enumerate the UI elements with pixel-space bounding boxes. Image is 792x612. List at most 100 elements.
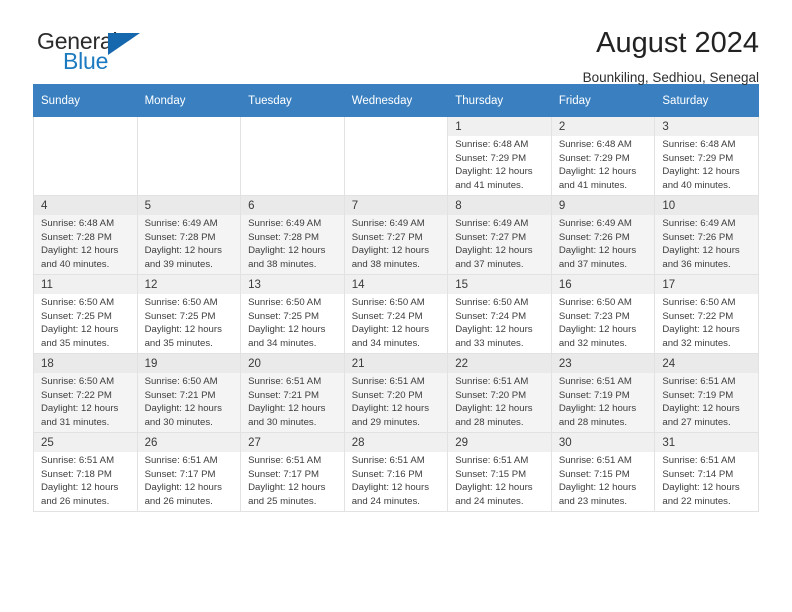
- calendar-day-cell[interactable]: 3 Sunrise: 6:48 AM Sunset: 7:29 PM Daylight…: [654, 116, 759, 196]
- daylight-text: Daylight: 12 hours: [662, 324, 740, 336]
- calendar-day-cell[interactable]: 5 Sunrise: 6:49 AM Sunset: 7:28 PM Daylight…: [136, 195, 242, 275]
- day-number: 12: [137, 275, 241, 295]
- daylight-text: and 26 minutes.: [144, 495, 213, 507]
- sunrise-text: Sunrise: 6:51 AM: [248, 455, 322, 467]
- day-number: 30: [551, 433, 655, 453]
- sunset-text: Sunset: 7:20 PM: [351, 389, 423, 401]
- day-number: 23: [551, 354, 655, 374]
- sunrise-text: Sunrise: 6:50 AM: [41, 297, 115, 309]
- sunrise-text: Sunrise: 6:48 AM: [41, 218, 115, 230]
- calendar-day-cell[interactable]: 29 Sunrise: 6:51 AM Sunset: 7:15 PM Dayligh…: [447, 432, 552, 512]
- calendar-day-cell[interactable]: 18 Sunrise: 6:50 AM Sunset: 7:22 PM Dayligh…: [33, 353, 138, 433]
- calendar-day-cell[interactable]: 17 Sunrise: 6:50 AM Sunset: 7:22 PM Dayligh…: [654, 274, 759, 354]
- page-header: General Blue August 2024 Bounkiling, Sed…: [33, 0, 759, 86]
- day-detail: Sunrise: 6:51 AM Sunset: 7:14 PM Daylight:…: [655, 452, 758, 508]
- calendar-day-cell[interactable]: 26 Sunrise: 6:51 AM Sunset: 7:17 PM Dayligh…: [136, 432, 242, 512]
- daylight-text: Daylight: 12 hours: [662, 245, 740, 257]
- daylight-text: Daylight: 12 hours: [351, 324, 430, 336]
- sunset-text: Sunset: 7:15 PM: [558, 468, 630, 480]
- daylight-text: Daylight: 12 hours: [455, 245, 533, 257]
- calendar-day-cell[interactable]: 25 Sunrise: 6:51 AM Sunset: 7:18 PM Dayligh…: [33, 432, 138, 512]
- day-detail: [138, 136, 241, 138]
- calendar-day-cell[interactable]: 1 Sunrise: 6:48 AM Sunset: 7:29 PM Daylight…: [447, 116, 552, 196]
- calendar-day-cell[interactable]: 9 Sunrise: 6:49 AM Sunset: 7:26 PM Daylight…: [550, 195, 656, 275]
- daylight-text: and 28 minutes.: [455, 416, 524, 428]
- day-number: 20: [241, 354, 344, 374]
- daylight-text: and 25 minutes.: [248, 495, 317, 507]
- day-number: 8: [448, 196, 551, 216]
- calendar-day-cell[interactable]: 27 Sunrise: 6:51 AM Sunset: 7:17 PM Dayligh…: [240, 432, 345, 512]
- weekday-header-friday: Friday: [550, 84, 656, 117]
- day-number: 3: [655, 117, 758, 137]
- sunset-text: Sunset: 7:26 PM: [662, 231, 734, 243]
- sunset-text: Sunset: 7:22 PM: [41, 389, 112, 401]
- daylight-text: Daylight: 12 hours: [558, 166, 637, 178]
- calendar-day-cell[interactable]: 14 Sunrise: 6:50 AM Sunset: 7:24 PM Dayligh…: [343, 274, 449, 354]
- sunset-text: Sunset: 7:23 PM: [558, 310, 630, 322]
- day-detail: Sunrise: 6:51 AM Sunset: 7:17 PM Daylight:…: [138, 452, 241, 508]
- general-blue-logo[interactable]: General Blue: [33, 28, 145, 78]
- calendar-day-cell[interactable]: 15 Sunrise: 6:50 AM Sunset: 7:24 PM Dayligh…: [447, 274, 552, 354]
- sunrise-text: Sunrise: 6:51 AM: [351, 455, 425, 467]
- calendar-day-cell[interactable]: 31 Sunrise: 6:51 AM Sunset: 7:14 PM Dayligh…: [654, 432, 759, 512]
- calendar-week-row: 18 Sunrise: 6:50 AM Sunset: 7:22 PM Dayligh…: [33, 353, 759, 433]
- calendar-day-cell[interactable]: 24 Sunrise: 6:51 AM Sunset: 7:19 PM Dayligh…: [654, 353, 759, 433]
- daylight-text: and 22 minutes.: [662, 495, 731, 507]
- calendar-day-cell[interactable]: 12 Sunrise: 6:50 AM Sunset: 7:25 PM Dayligh…: [136, 274, 242, 354]
- calendar-day-cell[interactable]: 23 Sunrise: 6:51 AM Sunset: 7:19 PM Dayligh…: [550, 353, 656, 433]
- calendar-day-cell[interactable]: 22 Sunrise: 6:51 AM Sunset: 7:20 PM Dayligh…: [447, 353, 552, 433]
- day-number: 14: [344, 275, 448, 295]
- daylight-text: Daylight: 12 hours: [455, 482, 533, 494]
- page-title: August 2024: [596, 27, 759, 59]
- calendar-day-cell[interactable]: 13 Sunrise: 6:50 AM Sunset: 7:25 PM Dayligh…: [240, 274, 345, 354]
- daylight-text: and 26 minutes.: [41, 495, 110, 507]
- calendar-day-cell[interactable]: 7 Sunrise: 6:49 AM Sunset: 7:27 PM Daylight…: [343, 195, 449, 275]
- sunset-text: Sunset: 7:29 PM: [558, 152, 630, 164]
- day-detail: Sunrise: 6:51 AM Sunset: 7:19 PM Daylight:…: [655, 373, 758, 429]
- sunset-text: Sunset: 7:15 PM: [455, 468, 527, 480]
- day-number: 2: [551, 117, 655, 137]
- sunrise-text: Sunrise: 6:48 AM: [662, 139, 736, 151]
- day-detail: Sunrise: 6:49 AM Sunset: 7:28 PM Daylight:…: [138, 215, 241, 271]
- weekday-header-saturday: Saturday: [654, 84, 759, 117]
- calendar-day-cell[interactable]: 16 Sunrise: 6:50 AM Sunset: 7:23 PM Dayligh…: [550, 274, 656, 354]
- calendar-day-cell[interactable]: 20 Sunrise: 6:51 AM Sunset: 7:21 PM Dayligh…: [240, 353, 345, 433]
- day-number: 28: [344, 433, 448, 453]
- sunrise-sunset-calendar: Sunday Monday Tuesday Wednesday Thursday…: [33, 84, 759, 512]
- daylight-text: and 35 minutes.: [144, 337, 213, 349]
- daylight-text: Daylight: 12 hours: [455, 403, 533, 415]
- day-number: [138, 117, 241, 136]
- weekday-header-thursday: Thursday: [447, 84, 552, 117]
- sunset-text: Sunset: 7:21 PM: [144, 389, 216, 401]
- sunset-text: Sunset: 7:29 PM: [662, 152, 734, 164]
- sunrise-text: Sunrise: 6:50 AM: [662, 297, 736, 309]
- calendar-day-cell[interactable]: 2 Sunrise: 6:48 AM Sunset: 7:29 PM Daylight…: [550, 116, 656, 196]
- sunrise-text: Sunrise: 6:49 AM: [662, 218, 736, 230]
- weekday-header-monday: Monday: [136, 84, 242, 117]
- calendar-day-cell[interactable]: 11 Sunrise: 6:50 AM Sunset: 7:25 PM Dayligh…: [33, 274, 138, 354]
- daylight-text: and 39 minutes.: [144, 258, 213, 270]
- sunset-text: Sunset: 7:28 PM: [248, 231, 320, 243]
- logo-text-blue: Blue: [63, 48, 109, 74]
- day-detail: Sunrise: 6:51 AM Sunset: 7:20 PM Daylight:…: [448, 373, 551, 429]
- daylight-text: and 34 minutes.: [351, 337, 420, 349]
- daylight-text: and 28 minutes.: [558, 416, 628, 428]
- calendar-day-cell[interactable]: 28 Sunrise: 6:51 AM Sunset: 7:16 PM Dayligh…: [343, 432, 449, 512]
- sunset-text: Sunset: 7:19 PM: [558, 389, 630, 401]
- day-number: 13: [241, 275, 344, 295]
- calendar-day-cell[interactable]: 8 Sunrise: 6:49 AM Sunset: 7:27 PM Daylight…: [447, 195, 552, 275]
- calendar-day-cell[interactable]: 10 Sunrise: 6:49 AM Sunset: 7:26 PM Dayligh…: [654, 195, 759, 275]
- sunrise-text: Sunrise: 6:51 AM: [558, 455, 632, 467]
- day-number: 4: [34, 196, 137, 216]
- daylight-text: and 29 minutes.: [351, 416, 420, 428]
- calendar-day-cell[interactable]: 19 Sunrise: 6:50 AM Sunset: 7:21 PM Dayligh…: [136, 353, 242, 433]
- calendar-day-cell[interactable]: 21 Sunrise: 6:51 AM Sunset: 7:20 PM Dayligh…: [343, 353, 449, 433]
- calendar-day-cell[interactable]: 6 Sunrise: 6:49 AM Sunset: 7:28 PM Daylight…: [240, 195, 345, 275]
- daylight-text: and 40 minutes.: [662, 179, 731, 191]
- day-number: 6: [241, 196, 344, 216]
- sunrise-text: Sunrise: 6:49 AM: [144, 218, 218, 230]
- calendar-day-cell[interactable]: 30 Sunrise: 6:51 AM Sunset: 7:15 PM Dayligh…: [550, 432, 656, 512]
- sunset-text: Sunset: 7:17 PM: [144, 468, 216, 480]
- calendar-day-cell[interactable]: 4 Sunrise: 6:48 AM Sunset: 7:28 PM Daylight…: [33, 195, 138, 275]
- sunset-text: Sunset: 7:24 PM: [351, 310, 423, 322]
